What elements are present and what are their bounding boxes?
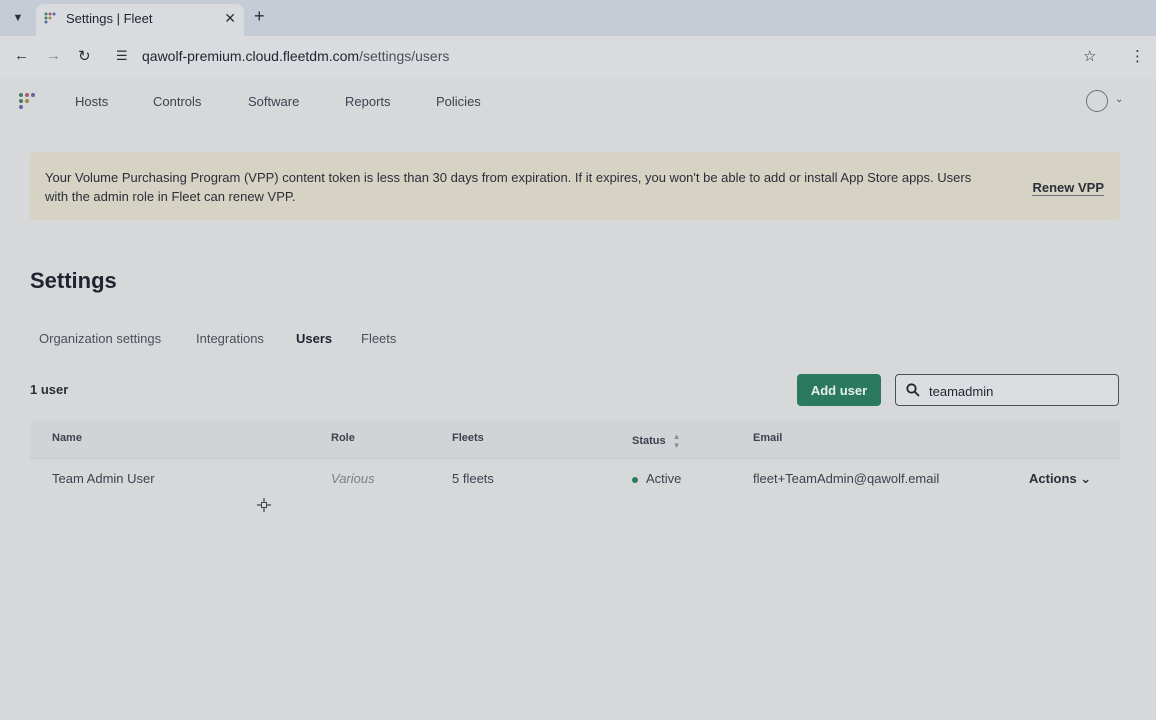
column-email[interactable]: Email	[753, 432, 782, 444]
table-row[interactable]: Team Admin User Various 5 fleets Active …	[30, 458, 1120, 496]
search-icon	[906, 383, 920, 397]
column-status-label: Status	[632, 434, 666, 447]
crosshair-cursor-icon	[257, 498, 271, 512]
table-header: Name Role Fleets Status ▲ ▼ Email	[30, 420, 1120, 458]
user-role: Various	[331, 471, 375, 486]
user-status: Active	[632, 471, 681, 486]
column-role[interactable]: Role	[331, 432, 355, 444]
chevron-down-icon: ⌄	[1080, 471, 1092, 486]
search-input[interactable]	[929, 381, 1109, 401]
browser-tab-bar: ▼ Settings | Fleet ✕ +	[0, 0, 1156, 36]
renew-vpp-link[interactable]: Renew VPP	[1032, 180, 1104, 196]
address-bar: ← → ↻ ☰ qawolf-premium.cloud.fleetdm.com…	[0, 36, 1156, 78]
browser-tab[interactable]: Settings | Fleet ✕	[36, 4, 244, 36]
user-fleets: 5 fleets	[452, 471, 494, 486]
tab-title: Settings | Fleet	[66, 11, 153, 26]
status-dot-icon	[632, 476, 638, 483]
back-icon[interactable]: ←	[14, 47, 29, 64]
column-fleets[interactable]: Fleets	[452, 432, 484, 444]
top-navigation: Hosts Controls Software Reports Policies…	[0, 78, 1156, 124]
add-user-button[interactable]: Add user	[797, 374, 881, 406]
nav-reports[interactable]: Reports	[345, 94, 391, 109]
reload-icon[interactable]: ↻	[78, 47, 91, 65]
column-name[interactable]: Name	[52, 432, 82, 444]
users-table: Name Role Fleets Status ▲ ▼ Email Team Adm…	[30, 420, 1120, 496]
user-email: fleet+TeamAdmin@qawolf.email	[753, 471, 940, 486]
tab-close-icon[interactable]: ✕	[224, 10, 236, 27]
nav-software[interactable]: Software	[248, 94, 299, 109]
sort-icon: ▲ ▼	[672, 432, 681, 450]
fleet-favicon-icon	[44, 12, 56, 24]
page-title: Settings	[30, 268, 117, 293]
nav-policies[interactable]: Policies	[436, 94, 481, 109]
user-name: Team Admin User	[52, 471, 155, 486]
nav-hosts[interactable]: Hosts	[75, 94, 108, 109]
site-info-icon[interactable]: ☰	[116, 48, 128, 64]
actions-dropdown[interactable]: Actions ⌄	[1029, 471, 1091, 487]
new-tab-icon[interactable]: +	[254, 6, 265, 27]
browser-menu-icon[interactable]: ⋮	[1130, 47, 1145, 65]
tab-organization-settings[interactable]: Organization settings	[39, 331, 161, 346]
url-host: qawolf-premium.cloud.fleetdm.com	[142, 48, 360, 64]
user-status-label: Active	[646, 471, 682, 486]
url-path: /settings/users	[359, 48, 450, 64]
url-field[interactable]: qawolf-premium.cloud.fleetdm.com/setting…	[142, 48, 449, 64]
user-search[interactable]	[895, 374, 1119, 406]
banner-message: Your Volume Purchasing Program (VPP) con…	[45, 170, 972, 204]
column-status[interactable]: Status ▲ ▼	[632, 432, 681, 450]
tab-users[interactable]: Users	[296, 331, 332, 346]
actions-label: Actions	[1029, 471, 1077, 486]
user-count: 1 user	[30, 382, 69, 397]
tab-fleets[interactable]: Fleets	[361, 331, 396, 346]
app-container: Hosts Controls Software Reports Policies…	[0, 78, 1156, 720]
chevron-down-icon[interactable]: ⌄	[1115, 94, 1123, 105]
tab-search-icon[interactable]: ▼	[8, 8, 28, 28]
bookmark-star-icon[interactable]: ☆	[1083, 47, 1096, 65]
fleet-logo-icon[interactable]	[18, 92, 36, 110]
nav-controls[interactable]: Controls	[153, 94, 201, 109]
user-avatar-icon[interactable]	[1086, 90, 1108, 112]
forward-icon[interactable]: →	[46, 47, 61, 64]
tab-integrations[interactable]: Integrations	[196, 331, 264, 346]
vpp-expiration-banner: Your Volume Purchasing Program (VPP) con…	[30, 152, 1120, 220]
